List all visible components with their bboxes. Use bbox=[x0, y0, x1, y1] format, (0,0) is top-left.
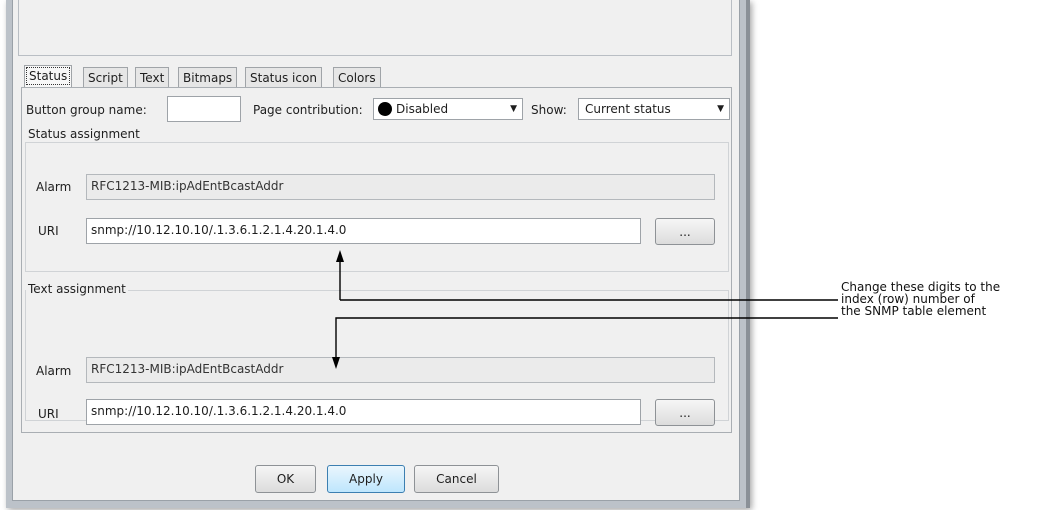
arrow-up-head bbox=[336, 250, 344, 262]
callout-line-3: the SNMP table element bbox=[841, 304, 987, 318]
callout-line-lower bbox=[335, 317, 838, 357]
arrow-down-head bbox=[332, 357, 340, 369]
callout-arrows bbox=[332, 250, 838, 369]
